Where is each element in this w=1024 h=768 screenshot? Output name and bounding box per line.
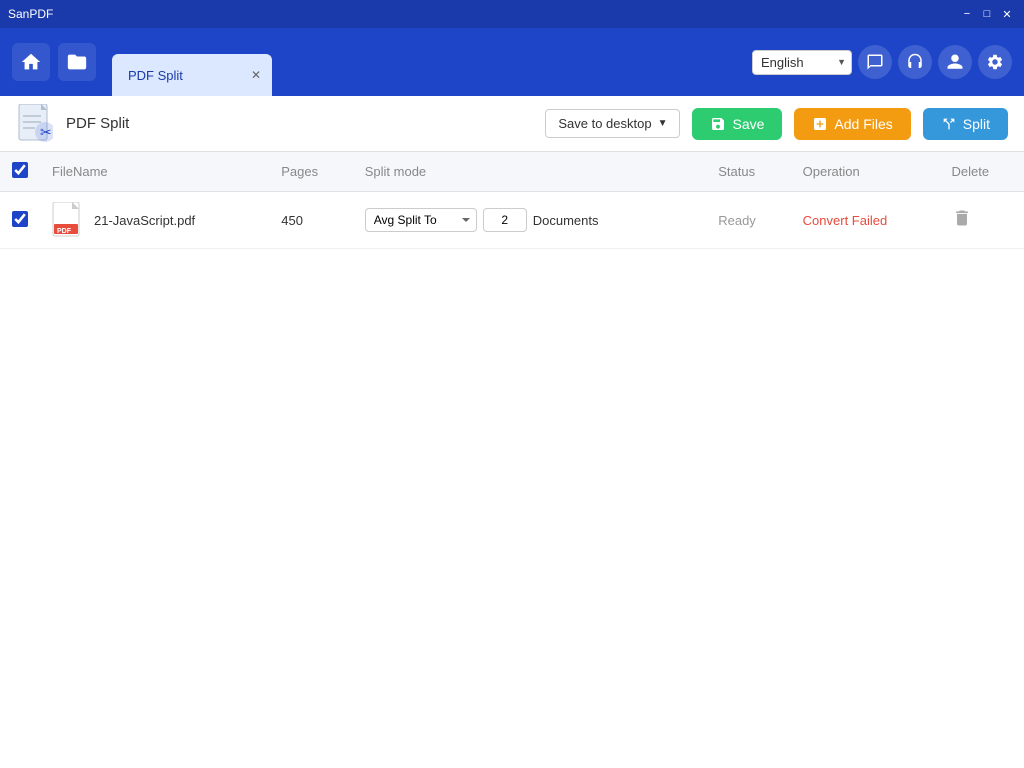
svg-text:✂: ✂	[40, 124, 52, 140]
home-button[interactable]	[12, 43, 50, 81]
add-files-button[interactable]: Add Files	[794, 108, 910, 140]
header-delete: Delete	[940, 152, 1024, 192]
split-count-input[interactable]	[483, 208, 527, 232]
dropdown-arrow-icon: ▼	[658, 118, 668, 129]
main-content: FileName Pages Split mode Status Operati…	[0, 152, 1024, 768]
pdf-split-icon: ✂	[16, 105, 54, 143]
settings-button[interactable]	[978, 45, 1012, 79]
navbar-right: English Chinese Japanese French German	[752, 45, 1012, 79]
split-icon	[941, 116, 957, 132]
chat-button[interactable]	[858, 45, 892, 79]
header-split-mode: Split mode	[353, 152, 706, 192]
folder-icon	[66, 51, 88, 73]
save-label: Save	[732, 116, 764, 132]
language-select[interactable]: English Chinese Japanese French German	[752, 50, 852, 75]
split-mode-controls: Avg Split To Split By Pages Split By Ran…	[365, 208, 694, 232]
account-button[interactable]	[938, 45, 972, 79]
chat-icon	[866, 53, 884, 71]
split-unit-label: Documents	[533, 213, 599, 228]
row-delete-cell	[940, 192, 1024, 249]
add-files-icon	[812, 116, 828, 132]
split-mode-select[interactable]: Avg Split To Split By Pages Split By Ran…	[365, 208, 477, 232]
main-toolbar: ✂ PDF Split Save to desktop ▼ Save Add F…	[0, 96, 1024, 152]
row-filename-cell: PDF 21-JavaScript.pdf	[40, 192, 269, 249]
app-title: SanPDF	[8, 7, 958, 21]
window-controls: − □ ✕	[958, 5, 1016, 23]
row-split-mode-cell: Avg Split To Split By Pages Split By Ran…	[353, 192, 706, 249]
header-pages: Pages	[269, 152, 352, 192]
minimize-button[interactable]: −	[958, 5, 976, 23]
save-to-desktop-wrapper: Save to desktop ▼	[545, 109, 680, 138]
close-button[interactable]: ✕	[998, 5, 1016, 23]
pdf-icon-svg: PDF	[52, 202, 84, 238]
save-to-desktop-label: Save to desktop	[558, 116, 651, 131]
save-to-desktop-button[interactable]: Save to desktop ▼	[545, 109, 680, 138]
header-operation: Operation	[791, 152, 940, 192]
open-folder-button[interactable]	[58, 43, 96, 81]
tab-pdf-split[interactable]: PDF Split ✕	[112, 54, 272, 96]
table-row: PDF 21-JavaScript.pdf 450 Avg Split To S…	[0, 192, 1024, 249]
add-files-label: Add Files	[834, 116, 892, 132]
tab-close-button[interactable]: ✕	[248, 67, 264, 83]
select-all-checkbox[interactable]	[12, 162, 28, 178]
settings-icon	[986, 53, 1004, 71]
header-checkbox-cell	[0, 152, 40, 192]
row-pages: 450	[269, 192, 352, 249]
headphone-button[interactable]	[898, 45, 932, 79]
tab-label: PDF Split	[128, 68, 183, 83]
header-status: Status	[706, 152, 790, 192]
save-icon	[710, 116, 726, 132]
svg-text:PDF: PDF	[57, 228, 72, 235]
file-icon: PDF	[52, 202, 84, 238]
maximize-button[interactable]: □	[978, 5, 996, 23]
header-filename: FileName	[40, 152, 269, 192]
row-checkbox[interactable]	[12, 211, 28, 227]
tab-area: PDF Split ✕	[104, 28, 744, 96]
account-icon	[946, 53, 964, 71]
titlebar: SanPDF − □ ✕	[0, 0, 1024, 28]
split-label: Split	[963, 116, 990, 132]
save-button[interactable]: Save	[692, 108, 782, 140]
row-filename: 21-JavaScript.pdf	[94, 213, 195, 228]
file-table-area: FileName Pages Split mode Status Operati…	[0, 152, 1024, 768]
navbar: PDF Split ✕ English Chinese Japanese Fre…	[0, 28, 1024, 96]
home-icon	[20, 51, 42, 73]
row-checkbox-cell	[0, 192, 40, 249]
pdf-document-icon: ✂	[17, 104, 53, 144]
table-header: FileName Pages Split mode Status Operati…	[0, 152, 1024, 192]
file-table: FileName Pages Split mode Status Operati…	[0, 152, 1024, 249]
page-title: PDF Split	[66, 115, 533, 132]
headphone-icon	[906, 53, 924, 71]
trash-icon	[952, 208, 972, 228]
row-status-cell: Ready	[706, 192, 790, 249]
status-badge: Ready	[718, 213, 756, 228]
row-operation-cell: Convert Failed	[791, 192, 940, 249]
table-body: PDF 21-JavaScript.pdf 450 Avg Split To S…	[0, 192, 1024, 249]
delete-button[interactable]	[952, 215, 972, 232]
operation-label: Convert Failed	[803, 213, 888, 228]
split-button[interactable]: Split	[923, 108, 1008, 140]
language-selector-wrapper: English Chinese Japanese French German	[752, 50, 852, 75]
